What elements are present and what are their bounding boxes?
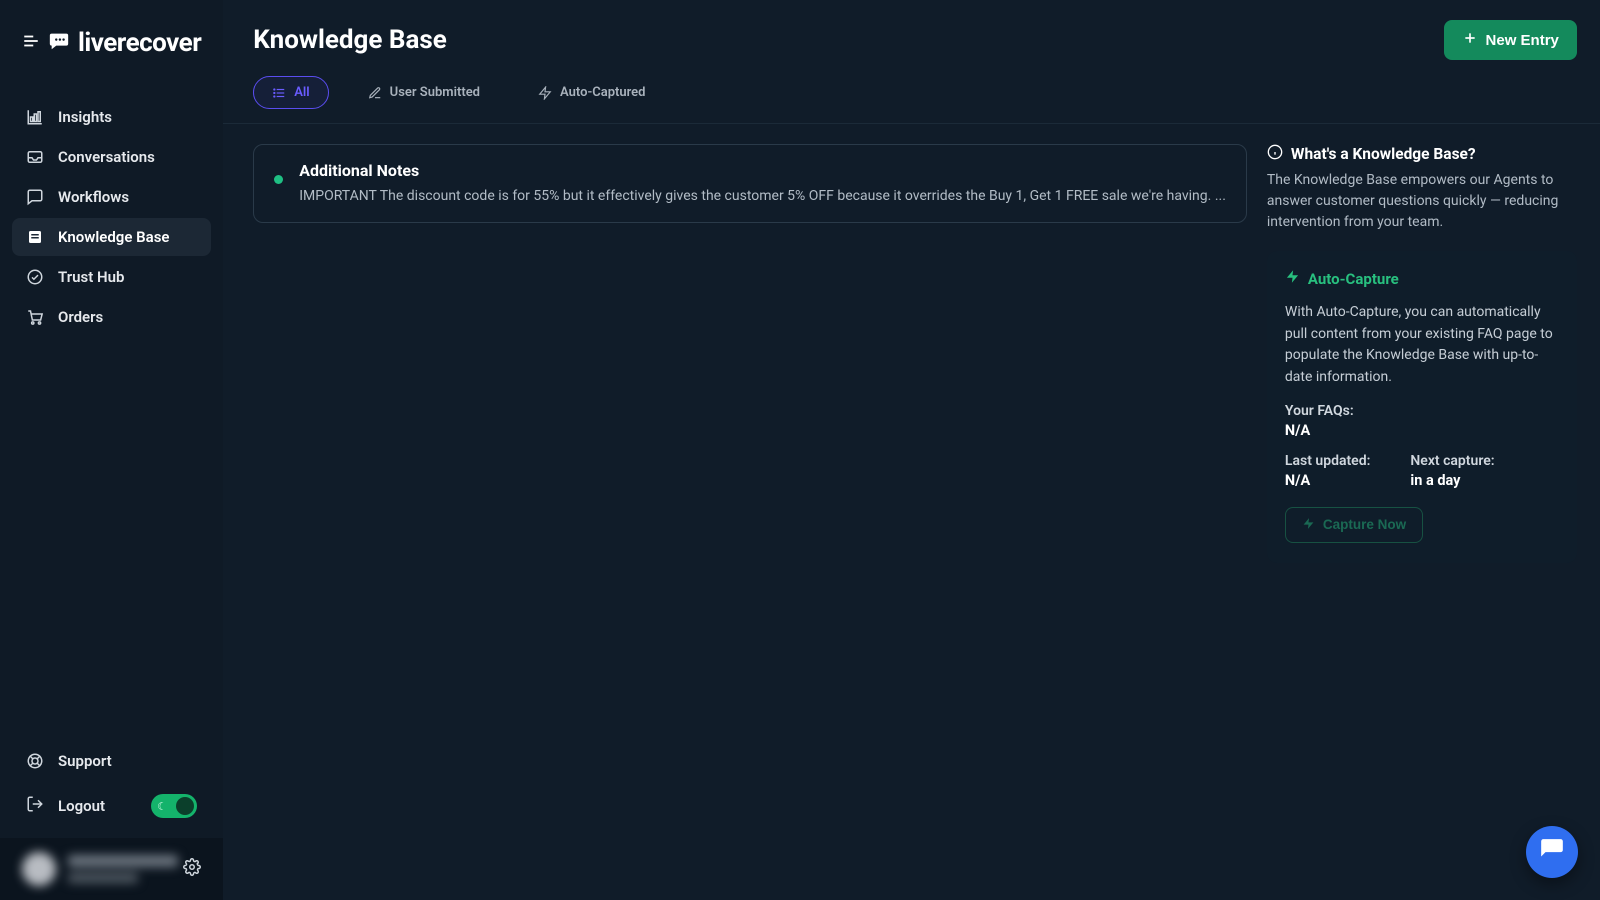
chart-icon — [26, 108, 44, 126]
sidebar-item-insights[interactable]: Insights — [12, 98, 211, 136]
capture-now-label: Capture Now — [1323, 517, 1406, 532]
message-icon — [26, 188, 44, 206]
sidebar-item-label: Insights — [58, 108, 112, 126]
cart-icon — [26, 308, 44, 326]
tab-user-submitted[interactable]: User Submitted — [349, 76, 499, 109]
kb-entry[interactable]: Additional Notes IMPORTANT The discount … — [253, 144, 1247, 223]
sidebar-item-knowledge-base[interactable]: Knowledge Base — [12, 218, 211, 256]
tab-all[interactable]: All — [253, 76, 328, 109]
sidebar: liverecover Insights Conversations Workf… — [0, 0, 223, 900]
status-dot — [274, 175, 283, 184]
brand: liverecover — [12, 18, 211, 80]
logout-icon — [26, 795, 44, 817]
auto-capture-desc: With Auto-Capture, you can automatically… — [1285, 302, 1559, 389]
logout-link[interactable]: Logout — [26, 795, 105, 817]
bolt-icon — [538, 86, 552, 100]
capture-now-button[interactable]: Capture Now — [1285, 507, 1423, 543]
info-heading: What's a Knowledge Base? — [1291, 145, 1476, 163]
auto-capture-panel: Auto-Capture With Auto-Capture, you can … — [1267, 251, 1577, 563]
sidebar-item-workflows[interactable]: Workflows — [12, 178, 211, 216]
list-icon — [272, 86, 286, 100]
new-entry-label: New Entry — [1486, 32, 1559, 49]
pencil-icon — [368, 86, 382, 100]
entry-list: Additional Notes IMPORTANT The discount … — [253, 144, 1247, 870]
page-title: Knowledge Base — [253, 25, 447, 55]
chat-icon — [1539, 837, 1565, 867]
sidebar-item-label: Conversations — [58, 148, 155, 166]
chat-bubble-icon — [48, 30, 70, 56]
menu-icon[interactable] — [22, 32, 40, 54]
sidebar-item-orders[interactable]: Orders — [12, 298, 211, 336]
sidebar-item-support[interactable]: Support — [12, 742, 211, 780]
theme-toggle[interactable]: ☾ — [151, 794, 197, 818]
plus-icon — [1462, 30, 1478, 50]
logout-label: Logout — [58, 797, 105, 815]
bolt-icon — [1302, 517, 1315, 533]
toggle-knob — [176, 797, 194, 815]
moon-icon: ☾ — [157, 800, 167, 813]
faqs-label: Your FAQs: — [1285, 403, 1559, 419]
info-heading-row: What's a Knowledge Base? — [1267, 144, 1577, 164]
info-icon — [1267, 144, 1283, 164]
sidebar-item-label: Orders — [58, 308, 103, 326]
tab-label: All — [294, 85, 309, 100]
entry-title: Additional Notes — [299, 161, 1226, 180]
lifebuoy-icon — [26, 752, 44, 770]
tab-label: Auto-Captured — [560, 85, 645, 100]
avatar[interactable] — [22, 852, 56, 886]
tab-label: User Submitted — [390, 85, 480, 100]
sidebar-item-label: Workflows — [58, 188, 129, 206]
brand-text: liverecover — [78, 28, 201, 58]
sidebar-item-label: Knowledge Base — [58, 228, 169, 246]
gear-icon[interactable] — [183, 858, 201, 881]
bolt-icon — [1285, 269, 1300, 288]
book-icon — [26, 228, 44, 246]
sidebar-item-label: Trust Hub — [58, 268, 124, 286]
sidebar-item-trust-hub[interactable]: Trust Hub — [12, 258, 211, 296]
last-updated-label: Last updated: — [1285, 453, 1371, 469]
user-name — [68, 855, 178, 867]
main: Knowledge Base New Entry All User Submit… — [223, 0, 1600, 900]
user-subtitle — [68, 873, 138, 883]
last-updated-value: N/A — [1285, 472, 1371, 489]
next-capture-value: in a day — [1410, 472, 1494, 489]
side-panel: What's a Knowledge Base? The Knowledge B… — [1267, 144, 1577, 870]
next-capture-label: Next capture: — [1410, 453, 1494, 469]
entry-body: IMPORTANT The discount code is for 55% b… — [299, 186, 1226, 206]
inbox-icon — [26, 148, 44, 166]
check-circle-icon — [26, 268, 44, 286]
tabs: All User Submitted Auto-Captured — [223, 60, 1600, 124]
sidebar-item-conversations[interactable]: Conversations — [12, 138, 211, 176]
tab-auto-captured[interactable]: Auto-Captured — [519, 76, 664, 109]
header: Knowledge Base New Entry — [223, 0, 1600, 60]
nav: Insights Conversations Workflows Knowled… — [12, 98, 211, 336]
user-row — [0, 838, 223, 900]
sidebar-item-label: Support — [58, 752, 112, 770]
new-entry-button[interactable]: New Entry — [1444, 20, 1577, 60]
info-desc: The Knowledge Base empowers our Agents t… — [1267, 170, 1577, 233]
chat-fab[interactable] — [1526, 826, 1578, 878]
auto-capture-title: Auto-Capture — [1308, 270, 1399, 288]
faqs-value: N/A — [1285, 422, 1559, 439]
